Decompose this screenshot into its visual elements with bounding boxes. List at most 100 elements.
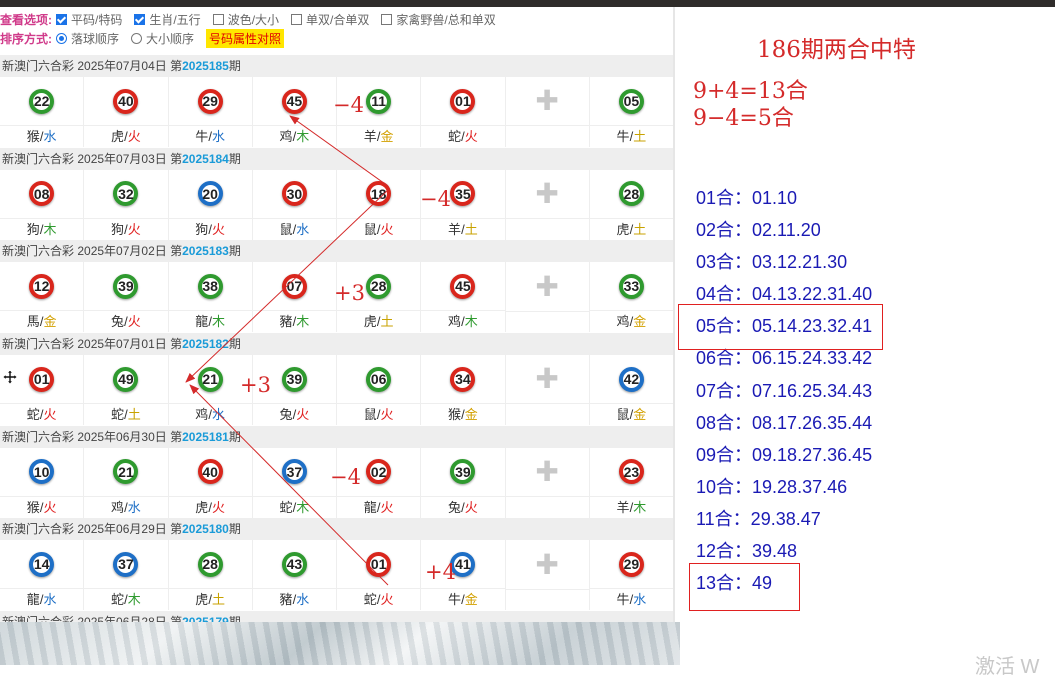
zodiac-element: 蛇/火 [421,125,505,147]
checkbox[interactable] [291,14,303,25]
plus-cell: ✚ [505,169,590,240]
special-ball-cell: 33 鸡/金 [589,262,673,332]
zodiac: 蛇 [26,407,40,423]
ball-wrap: 21 [197,355,223,403]
plus-icon: ✚ [535,548,559,580]
element: 木 [296,499,310,515]
ball-cell: 32 狗/火 [84,169,169,240]
checkbox[interactable] [56,14,67,25]
number-ball: 08 [29,181,55,207]
zodiac-element: 龍/水 [0,588,84,610]
ball-cell: 20 狗/火 [168,169,253,240]
ball-cell: 43 豬/水 [252,540,337,611]
attribute-table-link[interactable]: 号码属性对照 [206,29,285,48]
zodiac: 龍 [363,499,377,515]
special-ball-cell: 05 牛/土 [589,77,673,147]
ball-wrap: 33 [618,262,644,310]
number-ball: 45 [450,273,476,299]
draw-period-suffix: 期 [228,244,241,259]
view-option-4[interactable]: 家禽野兽/总和单双 [381,11,496,28]
draw-header: 新澳门六合彩 2025年07月03日 第2025184期 [0,147,673,170]
window-top-bar [0,0,1055,7]
sort-option-label: 落球顺序 [71,32,120,46]
move-cursor-icon [2,369,18,385]
number-ball: 10 [29,459,55,485]
highlight-box-13he [689,563,800,611]
draw-lottery: 新澳门六合彩 [2,244,75,259]
ball-wrap: 42 [618,355,644,403]
zodiac-element: 狗/木 [0,217,84,240]
zodiac: 羊 [363,129,377,144]
checkbox[interactable] [212,14,224,25]
plus-wrap: ✚ [535,170,558,218]
annotation-plus4: +4 [425,560,456,584]
zodiac-element: 虎/土 [168,588,252,610]
element: 金 [380,129,394,144]
zodiac-element: 兔/火 [252,403,336,425]
ball-cell: 22 猴/水 [0,77,85,147]
draw-header: 新澳门六合彩 2025年07月04日 第2025185期 [0,55,673,77]
ball-cell: 01 蛇/火 [0,355,85,426]
ball-wrap: 29 [197,77,223,125]
number-ball: 28 [366,273,392,299]
element: 木 [633,499,647,515]
view-option-3[interactable]: 单双/合单双 [291,11,369,28]
view-option-2[interactable]: 波色/大小 [212,11,279,28]
ball-wrap: 43 [281,540,307,588]
zodiac: 牛 [195,129,209,144]
draw-period-prefix: 第 [170,59,183,73]
number-ball: 35 [450,181,476,207]
draw-header: 新澳门六合彩 2025年06月30日 第2025181期 [0,425,673,448]
zodiac: 狗 [26,221,40,237]
element: 水 [296,221,310,237]
element: 火 [127,314,141,330]
element: 土 [633,221,647,237]
ball-cell: 37 蛇/木 [84,540,169,611]
plus-wrap: ✚ [535,77,558,125]
zodiac-element: 羊/金 [337,125,421,147]
plus-icon: ✚ [535,85,559,117]
radio[interactable] [56,33,67,44]
ball-cell: 08 狗/木 [0,169,85,240]
number-ball: 02 [366,459,392,485]
plus-cell: ✚ [505,540,590,611]
zodiac: 牛 [448,592,462,608]
number-ball: 38 [197,273,223,299]
ball-wrap: 10 [29,448,55,496]
checkbox[interactable] [134,14,146,25]
ball-wrap: 18 [366,170,392,218]
zodiac-element: 鸡/木 [421,310,505,332]
zodiac: 鼠 [363,407,377,423]
ball-cell: 28 虎/土 [168,540,253,611]
element: 木 [296,129,310,144]
view-option-label: 家禽野兽/总和单双 [396,13,496,27]
zodiac: 龍 [26,592,40,608]
ball-wrap: 28 [366,262,392,310]
draw-block: 新澳门六合彩 2025年07月01日 第2025182期 01 蛇/火 49 蛇/土 21… [0,333,673,426]
view-option-0[interactable]: 平码/特码 [56,11,122,28]
number-ball: 28 [618,181,644,207]
element: 火 [43,499,57,515]
view-option-1[interactable]: 生肖/五行 [134,11,201,28]
he-row: 09合：09.18.27.36.45 [696,444,873,465]
ball-wrap: 23 [618,448,644,496]
zodiac-element: 虎/火 [84,125,168,147]
special-ball-cell: 29 牛/水 [589,540,673,610]
sort-option-0[interactable]: 落球顺序 [56,30,119,47]
draw-block: 新澳门六合彩 2025年06月29日 第2025180期 14 龍/水 37 蛇/木 28… [0,518,673,611]
number-ball: 01 [366,551,392,577]
ball-wrap: 39 [281,355,307,403]
sort-option-1[interactable]: 大小顺序 [131,30,194,47]
zodiac-element: 虎/火 [168,495,252,518]
special-ball-cell: 28 虎/土 [589,170,673,240]
ball-wrap: 37 [113,540,139,588]
radio[interactable] [131,33,143,44]
zodiac-element: 鼠/火 [337,217,421,240]
zodiac-element: 鸡/水 [168,403,252,425]
prediction-title: 186期两合中特 [757,37,916,63]
number-ball: 39 [281,366,307,392]
element: 火 [43,407,57,423]
ball-wrap: 01 [29,355,55,403]
zodiac: 鸡 [111,499,125,515]
checkbox[interactable] [381,14,393,25]
